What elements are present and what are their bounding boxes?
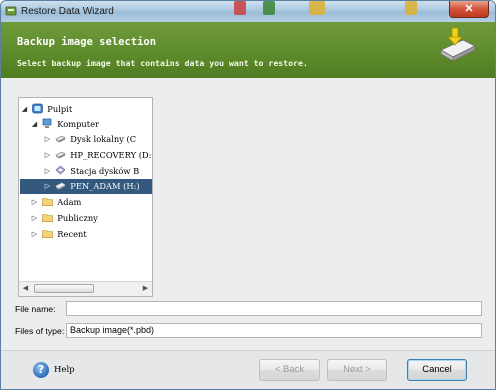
header-subtitle: Select backup image that contains data y… — [17, 58, 308, 68]
restore-drive-icon — [440, 27, 476, 62]
tree-item-label: Adam — [57, 197, 82, 207]
window-title: Restore Data Wizard — [21, 6, 114, 17]
expand-arrow-icon[interactable]: ▷ — [30, 211, 39, 226]
expand-arrow-icon[interactable]: ▷ — [43, 164, 52, 179]
tree-item-recent[interactable]: ▷ Recent — [30, 227, 152, 242]
folder-icon — [41, 198, 53, 206]
expand-arrow-icon[interactable]: ▷ — [43, 148, 52, 163]
tree-item-stacja-dyskow[interactable]: ▷ Stacja dysków B — [43, 164, 152, 179]
wizard-header: Backup image selection Select backup ima… — [1, 22, 495, 78]
tree-item-publiczny[interactable]: ▷ Publiczny — [30, 211, 152, 226]
back-button[interactable]: < Back — [259, 359, 320, 381]
tree-item-pen-adam[interactable]: ▷ PEN_ADAM (H:) — [20, 179, 152, 194]
app-icon — [5, 6, 17, 16]
tree-item-pulpit[interactable]: ◢ Pulpit — [20, 102, 152, 117]
expand-arrow-icon[interactable]: ▷ — [43, 132, 52, 147]
taskbar-glimpse — [309, 1, 325, 15]
scroll-thumb[interactable] — [34, 284, 94, 293]
taskbar-glimpse — [234, 1, 246, 15]
tree-item-label: HP_RECOVERY (D: — [70, 150, 152, 160]
file-name-input[interactable] — [66, 301, 482, 316]
tree-item-adam[interactable]: ▷ Adam — [30, 195, 152, 210]
expand-arrow-icon[interactable]: ▷ — [30, 227, 39, 242]
usb-drive-icon — [55, 182, 66, 190]
help-icon[interactable]: ? — [33, 362, 49, 378]
tree-item-label: Recent — [57, 229, 87, 239]
files-of-type-label: Files of type: — [15, 326, 65, 336]
tree-item-label: Pulpit — [47, 104, 73, 114]
tree-item-label: Stacja dysków B — [70, 166, 140, 176]
desktop-icon — [31, 103, 43, 114]
collapse-arrow-icon[interactable]: ◢ — [30, 117, 39, 132]
horizontal-scrollbar[interactable]: ◀ ▶ — [19, 281, 152, 296]
tree-item-label: Komputer — [57, 119, 99, 129]
tree-item-label: Dysk lokalny (C — [70, 134, 137, 144]
content-area: ◢ Pulpit ◢ Komputer ▷ Dysk lokalny (C ▷ … — [1, 78, 495, 350]
help-link[interactable]: Help — [54, 365, 75, 375]
tree-item-hp-recovery[interactable]: ▷ HP_RECOVERY (D: — [43, 148, 152, 163]
tree-item-label: PEN_ADAM (H:) — [70, 181, 140, 191]
expand-arrow-icon[interactable]: ▷ — [30, 195, 39, 210]
files-of-type-select[interactable]: Backup image(*.pbd) — [66, 323, 482, 338]
restore-data-wizard-window: Restore Data Wizard ✕ Backup image selec… — [0, 0, 496, 390]
computer-icon — [42, 118, 51, 128]
close-button[interactable]: ✕ — [449, 1, 489, 18]
collapse-arrow-icon[interactable]: ◢ — [20, 102, 29, 117]
header-title: Backup image selection — [17, 36, 157, 48]
folder-icon — [41, 230, 53, 238]
taskbar-glimpse — [263, 1, 275, 15]
folder-icon — [41, 214, 53, 222]
scroll-left-icon[interactable]: ◀ — [21, 284, 30, 293]
expand-arrow-icon[interactable]: ▷ — [43, 179, 52, 194]
floppy-icon — [55, 165, 66, 175]
close-icon: ✕ — [464, 3, 474, 15]
drive-icon — [55, 151, 66, 159]
wizard-footer: ? Help < Back Next > Cancel — [1, 350, 495, 389]
drive-icon — [55, 135, 66, 143]
tree-item-komputer[interactable]: ◢ Komputer — [30, 117, 152, 132]
scroll-right-icon[interactable]: ▶ — [141, 284, 150, 293]
next-button[interactable]: Next > — [327, 359, 387, 381]
taskbar-glimpse — [405, 1, 417, 15]
tree-item-label: Publiczny — [57, 213, 98, 223]
tree-item-dysk-lokalny[interactable]: ▷ Dysk lokalny (C — [43, 132, 152, 147]
file-name-label: File name: — [15, 304, 56, 314]
title-bar[interactable]: Restore Data Wizard ✕ — [1, 1, 495, 22]
cancel-button[interactable]: Cancel — [407, 359, 467, 381]
folder-tree[interactable]: ◢ Pulpit ◢ Komputer ▷ Dysk lokalny (C ▷ … — [18, 97, 153, 297]
